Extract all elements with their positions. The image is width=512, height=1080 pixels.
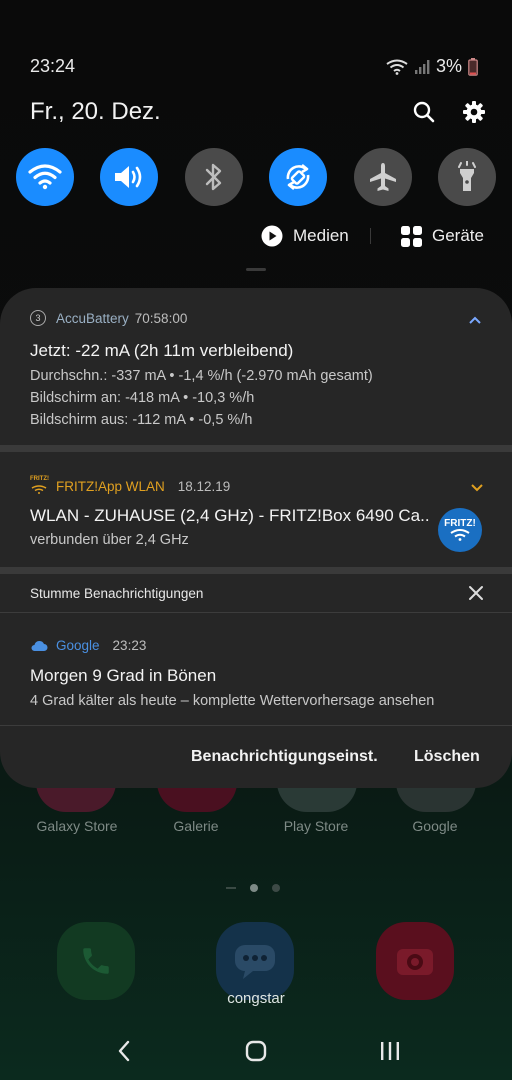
notification-time: 23:23 <box>112 638 147 653</box>
close-icon <box>469 586 483 600</box>
card-divider <box>0 445 512 452</box>
accubattery-app-icon: 3 <box>30 310 46 326</box>
app-label-google: Google <box>412 818 458 834</box>
silent-notifications-header: Stumme Benachrichtigungen <box>30 586 204 601</box>
cloud-icon <box>31 640 48 651</box>
app-label-galerie: Galerie <box>173 818 219 834</box>
app-label-galaxy-store: Galaxy Store <box>36 818 118 834</box>
devices-label: Geräte <box>432 226 484 245</box>
status-time: 23:24 <box>30 56 76 76</box>
wifi-toggle[interactable] <box>16 148 74 206</box>
date-label: Fr., 20. Dez. <box>30 98 161 125</box>
battery-icon <box>468 57 478 76</box>
volume-icon <box>115 166 142 188</box>
battery-percent: 3% <box>435 56 462 76</box>
nav-back-button[interactable] <box>106 1034 142 1068</box>
chevron-up-icon <box>469 316 481 324</box>
notification-panel: 3 AccuBattery 70:58:00 Jetzt: -22 mA (2h… <box>0 288 512 788</box>
page-indicator <box>226 884 280 892</box>
notification-time: 70:58:00 <box>134 310 188 326</box>
rotate-icon <box>286 163 310 191</box>
app-label-play-store: Play Store <box>283 818 349 834</box>
media-separator <box>370 228 371 244</box>
quick-toggles <box>16 148 496 206</box>
wifi-icon <box>28 164 62 190</box>
notification-title: Jetzt: -22 mA (2h 11m verbleibend) <box>30 341 294 360</box>
bluetooth-toggle[interactable] <box>184 148 243 206</box>
chevron-down-icon <box>471 484 483 492</box>
notification-header: Google 23:23 <box>30 638 146 653</box>
media-label: Medien <box>293 226 349 245</box>
notification-header: FRITZ! FRITZ!App WLAN 18.12.19 <box>30 476 230 497</box>
notification-header: 3 AccuBattery 70:58:00 <box>30 310 187 326</box>
notification-title: WLAN - ZUHAUSE (2,4 GHz) - FRITZ!Box 649… <box>30 506 430 525</box>
settings-button[interactable] <box>458 96 490 128</box>
expand-button[interactable] <box>470 480 484 498</box>
nav-home-button[interactable] <box>238 1034 274 1068</box>
nav-recents-button[interactable] <box>372 1034 408 1068</box>
fritz-app-icon: FRITZ! <box>30 476 49 497</box>
recents-icon <box>381 1042 399 1060</box>
search-icon <box>413 101 435 123</box>
home-indicator-icon <box>226 887 236 889</box>
media-button[interactable]: Medien <box>261 224 349 248</box>
notification-subtitle: 4 Grad kälter als heute – komplette Wett… <box>30 693 435 709</box>
fritz-large-icon: FRITZ! <box>438 508 482 552</box>
flashlight-icon <box>457 161 476 191</box>
devices-grid-icon <box>401 225 422 247</box>
card-divider <box>0 567 512 574</box>
signal-icon <box>414 59 430 74</box>
gear-icon <box>463 101 485 123</box>
page-dot-active <box>250 884 258 892</box>
notification-line: Bildschirm an: -418 mA • -10,3 %/h <box>30 390 255 406</box>
dock-label-congstar: congstar <box>227 990 285 1007</box>
app-name: AccuBattery <box>56 310 129 326</box>
notification-settings-button[interactable]: Benachrichtigungseinst. <box>191 748 378 766</box>
bluetooth-icon <box>205 163 221 191</box>
devices-button[interactable]: Geräte <box>401 224 484 248</box>
wifi-status-icon <box>386 59 408 75</box>
notification-line: Bildschirm aus: -112 mA • -0,5 %/h <box>30 412 253 428</box>
back-icon <box>118 1040 130 1062</box>
app-name: FRITZ!App WLAN <box>56 479 165 494</box>
clear-all-button[interactable]: Löschen <box>414 748 480 766</box>
phone-app-icon[interactable] <box>57 922 135 1000</box>
messages-app-icon[interactable] <box>216 922 294 1000</box>
status-icons: 3% <box>386 56 478 77</box>
auto-rotate-toggle[interactable] <box>269 148 328 206</box>
play-icon <box>261 225 283 247</box>
notification-line: Durchschn.: -337 mA • -1,4 %/h (-2.970 m… <box>30 368 373 384</box>
drag-handle[interactable] <box>246 268 266 271</box>
notification-time: 18.12.19 <box>177 479 231 494</box>
app-name: Google <box>56 638 100 653</box>
home-icon <box>245 1040 267 1062</box>
airplane-toggle[interactable] <box>353 148 412 206</box>
divider <box>0 612 512 613</box>
notification-subtitle: verbunden über 2,4 GHz <box>30 532 189 548</box>
notification-title: Morgen 9 Grad in Bönen <box>30 666 217 685</box>
page-dot <box>272 884 280 892</box>
divider <box>0 725 512 726</box>
dismiss-silent-button[interactable] <box>468 585 484 606</box>
camera-app-icon[interactable] <box>376 922 454 1000</box>
flashlight-toggle[interactable] <box>437 148 496 206</box>
airplane-icon <box>369 163 396 191</box>
sound-toggle[interactable] <box>100 148 159 206</box>
collapse-button[interactable] <box>468 312 482 330</box>
search-button[interactable] <box>408 96 440 128</box>
